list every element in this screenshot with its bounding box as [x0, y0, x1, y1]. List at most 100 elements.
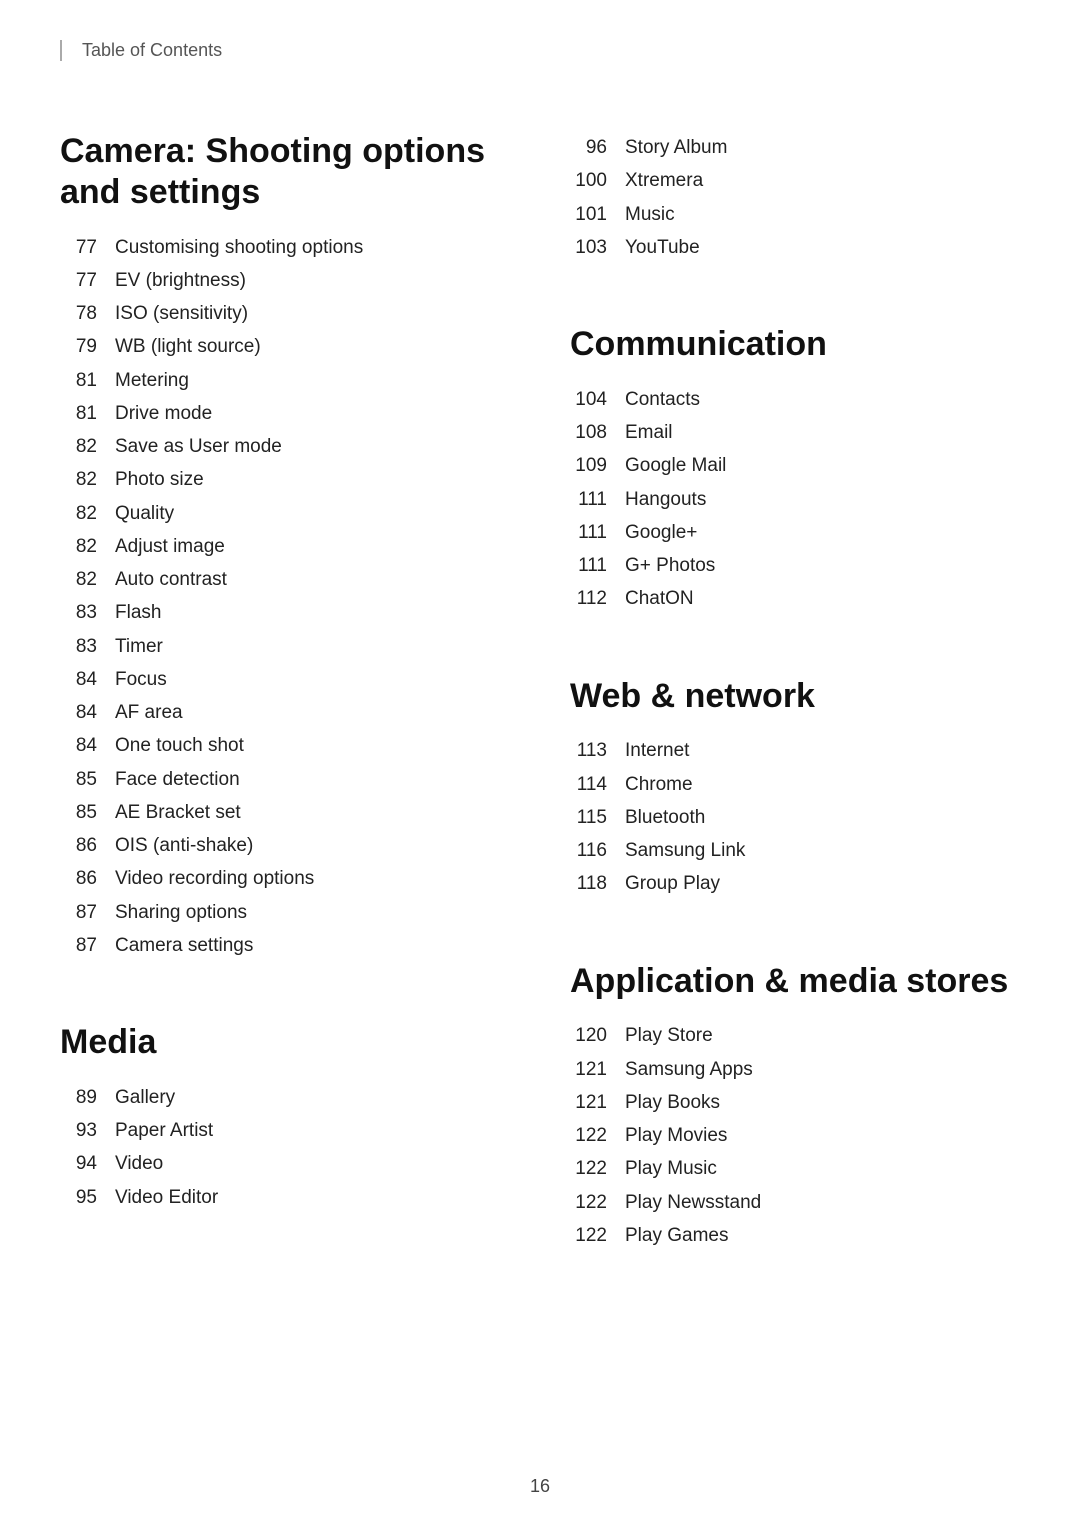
section-media: Media 89Gallery93Paper Artist94Video95Vi…	[60, 992, 510, 1244]
toc-list-web-network: 113Internet114Chrome115Bluetooth116Samsu…	[570, 734, 1020, 900]
toc-num: 82	[60, 463, 115, 496]
toc-item: 122Play Movies	[570, 1119, 1020, 1152]
toc-item: 104Contacts	[570, 383, 1020, 416]
toc-item: 79WB (light source)	[60, 330, 510, 363]
toc-num: 81	[60, 397, 115, 430]
toc-text: Sharing options	[115, 896, 247, 929]
toc-num: 111	[570, 483, 625, 516]
toc-text: Adjust image	[115, 530, 225, 563]
toc-text: AF area	[115, 696, 183, 729]
toc-text: Play Store	[625, 1019, 713, 1052]
toc-num: 79	[60, 330, 115, 363]
toc-num: 120	[570, 1019, 625, 1052]
toc-text: Drive mode	[115, 397, 212, 430]
toc-item: 112ChatON	[570, 582, 1020, 615]
toc-item: 122Play Games	[570, 1219, 1020, 1252]
toc-text: WB (light source)	[115, 330, 261, 363]
toc-item: 122Play Newsstand	[570, 1186, 1020, 1219]
toc-num: 78	[60, 297, 115, 330]
toc-num: 87	[60, 896, 115, 929]
toc-item: 81Drive mode	[60, 397, 510, 430]
toc-text: Paper Artist	[115, 1114, 213, 1147]
toc-item: 111G+ Photos	[570, 549, 1020, 582]
toc-text: Photo size	[115, 463, 204, 496]
toc-item: 82Auto contrast	[60, 563, 510, 596]
toc-text: Email	[625, 416, 673, 449]
toc-num: 82	[60, 530, 115, 563]
toc-num: 87	[60, 929, 115, 962]
toc-text: ISO (sensitivity)	[115, 297, 248, 330]
toc-item: 78ISO (sensitivity)	[60, 297, 510, 330]
toc-num: 111	[570, 516, 625, 549]
toc-text: Hangouts	[625, 483, 706, 516]
toc-list-camera-shooting: 77Customising shooting options77EV (brig…	[60, 231, 510, 963]
toc-text: ChatON	[625, 582, 694, 615]
toc-num: 103	[570, 231, 625, 264]
toc-text: Save as User mode	[115, 430, 282, 463]
toc-text: Play Movies	[625, 1119, 727, 1152]
toc-text: Video recording options	[115, 862, 314, 895]
toc-text: AE Bracket set	[115, 796, 241, 829]
toc-num: 111	[570, 549, 625, 582]
toc-list-communication: 104Contacts108Email109Google Mail111Hang…	[570, 383, 1020, 616]
toc-item: 121Samsung Apps	[570, 1053, 1020, 1086]
top-label-text: Table of Contents	[82, 40, 222, 60]
toc-num: 84	[60, 663, 115, 696]
section-title-media: Media	[60, 1022, 510, 1063]
section-title-communication: Communication	[570, 324, 1020, 365]
toc-num: 95	[60, 1181, 115, 1214]
toc-item: 84AF area	[60, 696, 510, 729]
toc-item: 118Group Play	[570, 867, 1020, 900]
section-communication: Communication 104Contacts108Email109Goog…	[570, 294, 1020, 646]
toc-num: 112	[570, 582, 625, 615]
toc-num: 121	[570, 1086, 625, 1119]
toc-num: 82	[60, 497, 115, 530]
toc-num: 100	[570, 164, 625, 197]
toc-item: 95Video Editor	[60, 1181, 510, 1214]
toc-item: 81Metering	[60, 364, 510, 397]
toc-text: Group Play	[625, 867, 720, 900]
toc-item: 87Sharing options	[60, 896, 510, 929]
toc-num: 81	[60, 364, 115, 397]
top-label: Table of Contents	[60, 40, 1020, 61]
toc-text: Play Newsstand	[625, 1186, 761, 1219]
left-column: Camera: Shooting options and settings 77…	[60, 101, 510, 1282]
toc-text: Play Music	[625, 1152, 717, 1185]
toc-text: Samsung Apps	[625, 1053, 753, 1086]
toc-text: One touch shot	[115, 729, 244, 762]
toc-item: 77EV (brightness)	[60, 264, 510, 297]
toc-text: Samsung Link	[625, 834, 745, 867]
toc-item: 109Google Mail	[570, 449, 1020, 482]
toc-text: Google+	[625, 516, 697, 549]
toc-text: Bluetooth	[625, 801, 705, 834]
toc-num: 77	[60, 264, 115, 297]
toc-text: G+ Photos	[625, 549, 715, 582]
toc-text: Contacts	[625, 383, 700, 416]
toc-item: 114Chrome	[570, 768, 1020, 801]
toc-item: 93Paper Artist	[60, 1114, 510, 1147]
toc-item: 84One touch shot	[60, 729, 510, 762]
toc-text: Internet	[625, 734, 689, 767]
toc-num: 82	[60, 563, 115, 596]
toc-item: 82Photo size	[60, 463, 510, 496]
toc-item: 94Video	[60, 1147, 510, 1180]
toc-text: Auto contrast	[115, 563, 227, 596]
toc-num: 113	[570, 734, 625, 767]
toc-text: Face detection	[115, 763, 240, 796]
toc-item: 111Google+	[570, 516, 1020, 549]
toc-item: 116Samsung Link	[570, 834, 1020, 867]
toc-text: Gallery	[115, 1081, 175, 1114]
toc-item: 85Face detection	[60, 763, 510, 796]
toc-num: 77	[60, 231, 115, 264]
toc-item: 115Bluetooth	[570, 801, 1020, 834]
toc-text: Quality	[115, 497, 174, 530]
toc-item: 85AE Bracket set	[60, 796, 510, 829]
toc-item: 113Internet	[570, 734, 1020, 767]
toc-text: EV (brightness)	[115, 264, 246, 297]
toc-list-app-media-stores: 120Play Store121Samsung Apps121Play Book…	[570, 1019, 1020, 1252]
toc-text: Xtremera	[625, 164, 703, 197]
toc-num: 85	[60, 796, 115, 829]
content-grid: Camera: Shooting options and settings 77…	[60, 101, 1020, 1282]
toc-text: Story Album	[625, 131, 727, 164]
toc-text: Google Mail	[625, 449, 726, 482]
